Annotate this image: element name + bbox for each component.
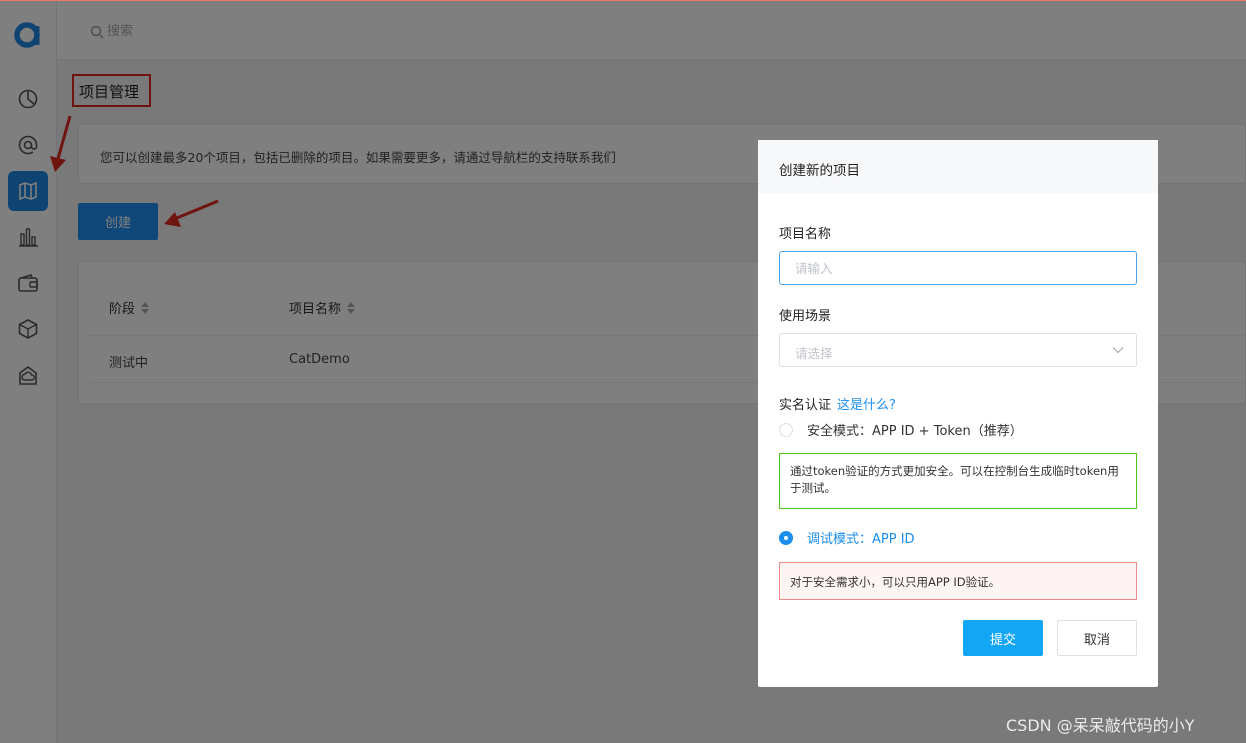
- dialog-title: 创建新的项目: [779, 163, 860, 179]
- top-border-line: [0, 0, 1246, 1]
- radio-secure-mode[interactable]: 安全模式：APP ID + Token（推荐）: [779, 420, 1023, 439]
- usage-scene-select[interactable]: 请选择: [779, 333, 1137, 367]
- project-name-label: 项目名称: [779, 227, 832, 242]
- auth-help-link[interactable]: 这是什么?: [837, 398, 896, 413]
- real-name-auth-label: 实名认证 这是什么?: [779, 394, 896, 413]
- watermark: CSDN @呆呆敲代码的小Y: [1006, 716, 1195, 735]
- submit-button[interactable]: 提交: [963, 620, 1043, 656]
- radio-unchecked-icon[interactable]: [779, 422, 793, 437]
- auth-label-text: 实名认证: [779, 398, 832, 413]
- secure-mode-tip: 通过token验证的方式更加安全。可以在控制台生成临时token用于测试。: [779, 453, 1137, 509]
- radio-debug-mode[interactable]: 调试模式：APP ID: [779, 528, 915, 547]
- radio-label: 调试模式：APP ID: [807, 532, 915, 547]
- debug-mode-tip: 对于安全需求小，可以只用APP ID验证。: [779, 562, 1137, 600]
- radio-checked-icon[interactable]: [779, 530, 793, 545]
- project-name-input[interactable]: [779, 251, 1137, 285]
- select-placeholder: 请选择: [795, 346, 833, 361]
- create-project-dialog: 创建新的项目 项目名称 使用场景 请选择 实名认证这是什么? 安全模式：APP …: [758, 140, 1158, 687]
- radio-label: 安全模式：APP ID + Token（推荐）: [807, 424, 1023, 439]
- usage-scene-label: 使用场景: [779, 309, 832, 324]
- cancel-button[interactable]: 取消: [1057, 620, 1137, 656]
- chevron-down-icon: [1112, 347, 1124, 354]
- dialog-header: 创建新的项目: [758, 140, 1158, 193]
